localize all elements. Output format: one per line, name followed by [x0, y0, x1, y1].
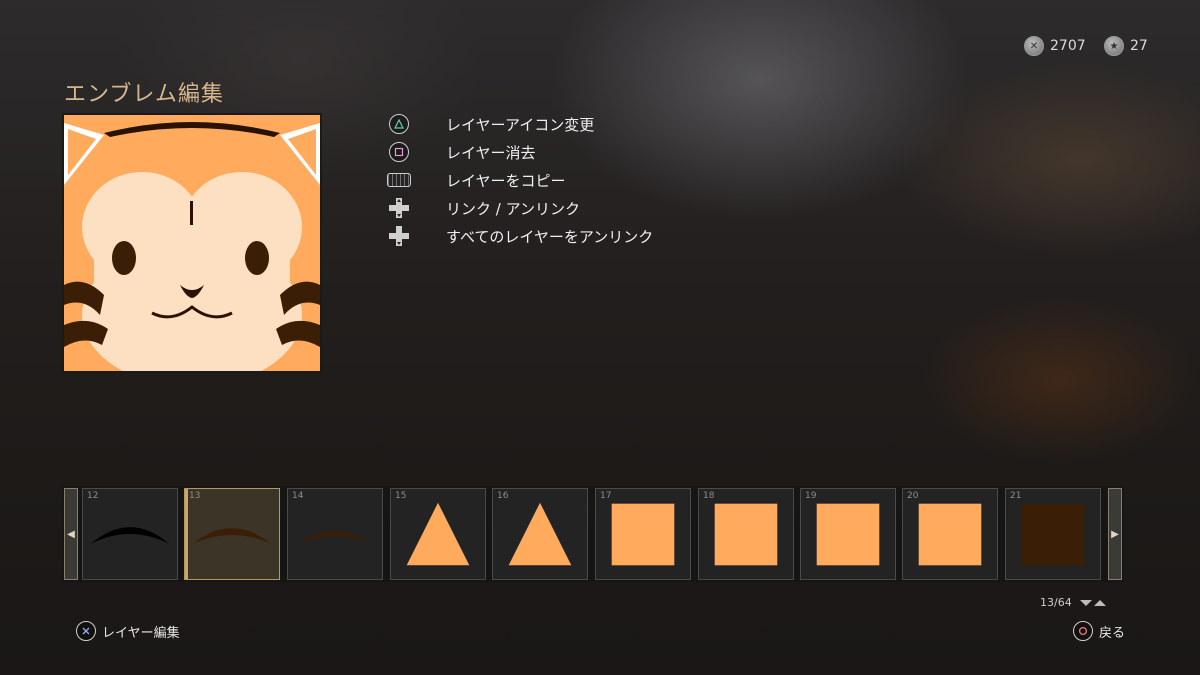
layer-slot-19[interactable]: 19 — [800, 488, 896, 580]
action-unlink-all[interactable]: すべてのレイヤーをアンリンク — [386, 222, 653, 250]
back-label: 戻る — [1099, 625, 1126, 641]
arc-shape-icon — [192, 528, 272, 544]
cod-points-value: 2707 — [1050, 38, 1086, 54]
credits-display: ★ 27 — [1104, 36, 1148, 56]
square-shape-icon — [816, 503, 880, 566]
touchpad-button-icon — [386, 169, 412, 191]
layer-slot-17[interactable]: 17 — [595, 488, 691, 580]
action-delete-layer[interactable]: レイヤー消去 — [386, 138, 653, 166]
layer-slot-20[interactable]: 20 — [902, 488, 998, 580]
square-shape-icon — [714, 503, 778, 566]
scroll-left-arrow-icon[interactable]: ◀ — [64, 488, 78, 580]
layer-slot-12[interactable]: 12 — [82, 488, 178, 580]
action-label: レイヤーをコピー — [446, 171, 566, 190]
action-label: リンク / アンリンク — [446, 199, 580, 218]
triangle-button-icon — [386, 113, 412, 135]
action-change-layer-icon[interactable]: レイヤーアイコン変更 — [386, 110, 653, 138]
square-button-icon — [386, 141, 412, 163]
layer-slot-13[interactable]: 13 — [184, 488, 280, 580]
triangle-shape-icon — [406, 502, 470, 566]
layer-pager: 13/64 — [1040, 596, 1108, 609]
sort-arrows-icon[interactable] — [1078, 598, 1108, 608]
credits-value: 27 — [1130, 38, 1148, 54]
layer-slot-16[interactable]: 16 — [492, 488, 588, 580]
layer-count: 13/64 — [1040, 596, 1072, 609]
circle-button-icon — [1073, 621, 1093, 641]
square-shape-icon — [918, 503, 982, 566]
action-list: レイヤーアイコン変更 レイヤー消去 レイヤーをコピー リンク / アンリンク す… — [386, 110, 653, 250]
layer-slot-21[interactable]: 21 — [1005, 488, 1101, 580]
emblem-preview — [62, 113, 322, 373]
dpad-up-down-icon — [386, 197, 412, 219]
action-link-unlink[interactable]: リンク / アンリンク — [386, 194, 653, 222]
layer-slot-15[interactable]: 15 — [390, 488, 486, 580]
square-shape-icon — [611, 503, 675, 566]
page-title: エンブレム編集 — [64, 82, 224, 107]
emblem-canvas — [64, 115, 320, 371]
action-label: すべてのレイヤーをアンリンク — [446, 227, 654, 246]
cod-points-icon: ✕ — [1024, 36, 1044, 56]
edit-layer-label: レイヤー編集 — [102, 625, 180, 641]
triangle-shape-icon — [508, 502, 572, 566]
scroll-right-arrow-icon[interactable]: ▶ — [1108, 488, 1122, 580]
back-prompt[interactable]: 戻る — [1073, 621, 1125, 641]
action-label: レイヤー消去 — [446, 143, 536, 162]
layer-slot-14[interactable]: 14 — [287, 488, 383, 580]
edit-layer-prompt[interactable]: レイヤー編集 — [76, 621, 180, 641]
cod-points-display: ✕ 2707 — [1024, 36, 1086, 56]
layer-strip: ◀ 12 13 14 15 16 17 18 19 20 21 ▶ — [62, 486, 1124, 582]
cross-button-icon — [76, 621, 96, 641]
action-label: レイヤーアイコン変更 — [446, 115, 595, 134]
action-copy-layer[interactable]: レイヤーをコピー — [386, 166, 653, 194]
square-shape-icon — [1021, 503, 1085, 566]
arc-shape-icon — [297, 531, 373, 544]
credits-icon: ★ — [1104, 36, 1124, 56]
dpad-down-icon — [386, 225, 412, 247]
arc-shape-icon — [90, 527, 170, 544]
layer-slot-18[interactable]: 18 — [698, 488, 794, 580]
